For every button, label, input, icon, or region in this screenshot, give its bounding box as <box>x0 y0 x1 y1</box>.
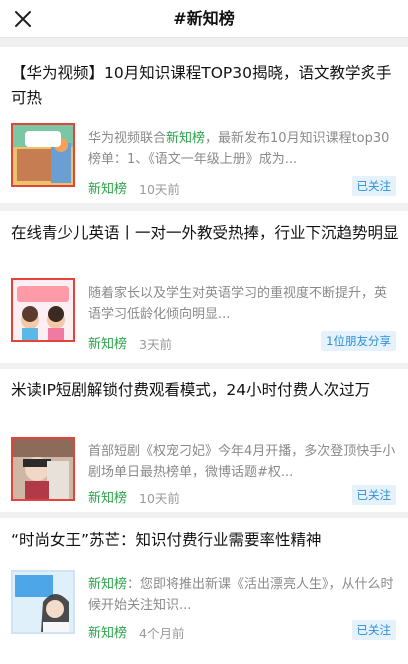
article-headline[interactable]: 米读IP短剧解锁付费观看模式，24小时付费人次过万 <box>11 378 400 403</box>
summary-highlight: 新知榜 <box>166 131 206 146</box>
followed-badge[interactable]: 已关注 <box>351 176 396 196</box>
page-title: #新知榜 <box>173 9 235 28</box>
summary-text: 华为视频联合 <box>88 131 167 146</box>
article-summary: 随着家长以及学生对英语学习的重视度不断提升，英语学习低龄化倾向明显... <box>88 283 396 325</box>
article-card[interactable]: 【华为视频】10月知识课程TOP30揭晓，语文教学炙手可热 华为视频联合新知榜，… <box>0 47 408 203</box>
summary-text: 随着家长以及学生对英语学习的重视度不断提升，英语学习低龄化倾向明显... <box>88 286 388 322</box>
source-label[interactable]: 新知榜 <box>88 333 127 352</box>
timestamp: 10天前 <box>139 491 180 506</box>
chinese-textbook-image <box>13 125 73 185</box>
article-feed[interactable]: 【华为视频】10月知识课程TOP30揭晓，语文教学炙手可热 华为视频联合新知榜，… <box>0 38 408 664</box>
article-thumbnail[interactable] <box>11 570 75 634</box>
article-summary: 华为视频联合新知榜，最新发布10月知识课程top30榜单：1、《语文一年级上册》… <box>88 128 396 170</box>
fashion-portrait-image <box>13 572 73 632</box>
article-thumbnail[interactable] <box>11 437 75 501</box>
article-thumbnail[interactable] <box>11 123 75 187</box>
article-headline[interactable]: 【华为视频】10月知识课程TOP30揭晓，语文教学炙手可热 <box>11 61 400 111</box>
source-label[interactable]: 新知榜 <box>88 487 127 506</box>
summary-text: ：您即将推出新课《活出漂亮人生》，从什么时候开始关注知识... <box>88 577 394 613</box>
article-card[interactable]: 在线青少儿英语丨一对一外教受热捧，行业下沉趋势明显 随着家长以及学生对英语学习的… <box>0 211 408 363</box>
timestamp: 10天前 <box>139 182 180 197</box>
article-card[interactable]: “时尚女王”苏芒：知识付费行业需要率性精神 新知榜：您即将推出新课《活出漂亮人生… <box>0 518 408 664</box>
article-card[interactable]: 米读IP短剧解锁付费观看模式，24小时付费人次过万 首部短剧《权宠刁妃》今年4月… <box>0 369 408 512</box>
friend-share-badge[interactable]: 1位朋友分享 <box>321 331 396 351</box>
timestamp: 4个月前 <box>139 626 185 641</box>
article-summary: 首部短剧《权宠刁妃》今年4月开播，多次登顶快手小剧场单日最热榜单，微博话题#权.… <box>88 441 396 483</box>
source-label[interactable]: 新知榜 <box>88 622 127 641</box>
summary-text: 首部短剧《权宠刁妃》今年4月开播，多次登顶快手小剧场单日最热榜单，微博话题#权.… <box>88 444 396 480</box>
source-label[interactable]: 新知榜 <box>88 178 127 197</box>
english-kids-image <box>13 280 73 340</box>
followed-badge[interactable]: 已关注 <box>351 485 396 505</box>
article-headline[interactable]: 在线青少儿英语丨一对一外教受热捧，行业下沉趋势明显 <box>11 221 400 246</box>
drama-still-image <box>13 439 73 499</box>
article-thumbnail[interactable] <box>11 278 75 342</box>
article-headline[interactable]: “时尚女王”苏芒：知识付费行业需要率性精神 <box>11 528 400 553</box>
article-summary: 新知榜：您即将推出新课《活出漂亮人生》，从什么时候开始关注知识... <box>88 574 396 616</box>
summary-highlight: 新知榜 <box>88 577 128 592</box>
timestamp: 3天前 <box>139 337 172 352</box>
followed-badge[interactable]: 已关注 <box>351 620 396 640</box>
top-bar: #新知榜 <box>0 0 408 38</box>
